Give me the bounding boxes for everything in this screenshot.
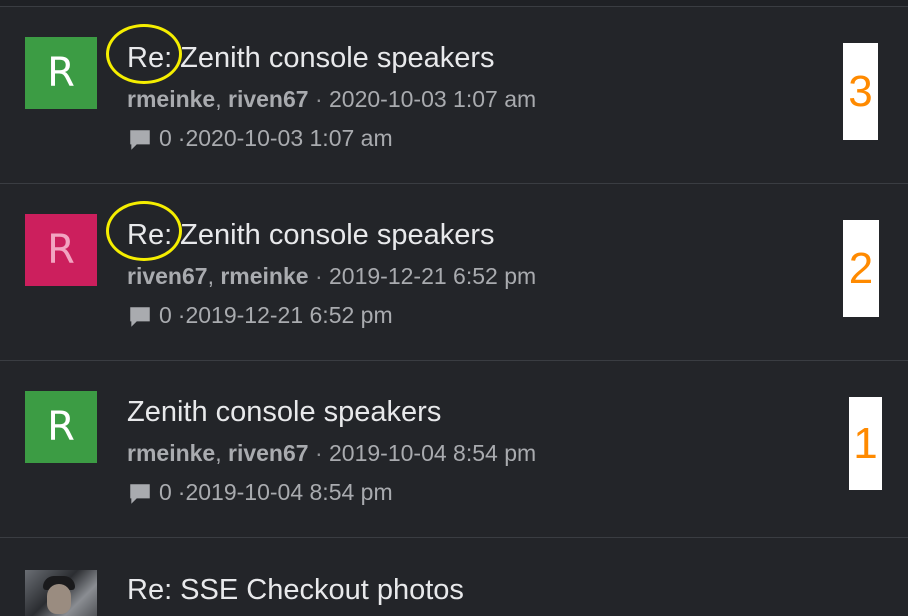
posted-date: 2019-12-21 6:52 pm — [329, 263, 537, 289]
reply-count: 0 — [159, 124, 172, 151]
posted-date: 2019-10-04 8:54 pm — [329, 440, 537, 466]
annotation-number-badge: 3 — [843, 43, 878, 140]
avatar-photo[interactable] — [25, 570, 97, 616]
avatar[interactable]: R — [25, 214, 97, 286]
dot-separator: · — [177, 124, 186, 151]
topic-title-link[interactable]: Re: SSE Checkout photos — [127, 574, 464, 607]
author-link[interactable]: riven67 — [228, 86, 309, 112]
author-link[interactable]: riven67 — [228, 440, 309, 466]
dot-separator: · — [308, 86, 330, 112]
top-divider — [0, 0, 908, 7]
author-link[interactable]: rmeinke — [127, 440, 215, 466]
last-activity-date: 2019-10-04 8:54 pm — [185, 478, 393, 505]
annotation-number-badge: 2 — [843, 220, 879, 317]
reply-count: 0 — [159, 478, 172, 505]
dot-separator: · — [308, 263, 330, 289]
topic-list-page: R Re: Zenith console speakers rmeinke, r… — [0, 0, 908, 616]
comment-bubble-icon — [130, 484, 150, 504]
author-link[interactable]: rmeinke — [127, 86, 215, 112]
last-activity-date: 2019-12-21 6:52 pm — [185, 301, 393, 328]
topic-row[interactable]: R Re: Zenith console speakers rmeinke, r… — [0, 7, 908, 184]
comma-separator: , — [215, 440, 228, 466]
topic-meta: 0 · 2019-12-21 6:52 pm — [127, 300, 393, 330]
comment-bubble-icon — [130, 307, 150, 327]
comma-separator: , — [215, 86, 228, 112]
annotation-number-badge: 1 — [849, 397, 882, 490]
avatar[interactable]: R — [25, 391, 97, 463]
comma-separator: , — [207, 263, 221, 289]
dot-separator: · — [177, 301, 186, 328]
last-activity-date: 2020-10-03 1:07 am — [185, 124, 393, 151]
dot-separator: · — [177, 478, 186, 505]
avatar-photo-face — [47, 584, 71, 614]
topic-row[interactable]: Re: SSE Checkout photos — [0, 539, 908, 616]
topic-row[interactable]: R Re: Zenith console speakers riven67, r… — [0, 184, 908, 361]
topic-authors: rmeinke, riven67 · 2020-10-03 1:07 am — [127, 86, 536, 113]
author-link[interactable]: rmeinke — [220, 263, 308, 289]
topic-authors: rmeinke, riven67 · 2019-10-04 8:54 pm — [127, 440, 536, 467]
author-link[interactable]: riven67 — [127, 263, 208, 289]
topic-title-link[interactable]: Re: Zenith console speakers — [127, 219, 495, 252]
topic-meta: 0 · 2020-10-03 1:07 am — [127, 123, 393, 153]
topic-authors: riven67, rmeinke · 2019-12-21 6:52 pm — [127, 263, 536, 290]
topic-title-link[interactable]: Re: Zenith console speakers — [127, 42, 495, 75]
topic-meta: 0 · 2019-10-04 8:54 pm — [127, 477, 393, 507]
avatar[interactable]: R — [25, 37, 97, 109]
reply-count: 0 — [159, 301, 172, 328]
comment-bubble-icon — [130, 130, 150, 150]
topic-title-link[interactable]: Zenith console speakers — [127, 396, 441, 429]
posted-date: 2020-10-03 1:07 am — [329, 86, 537, 112]
topic-row[interactable]: R Zenith console speakers rmeinke, riven… — [0, 361, 908, 538]
dot-separator: · — [308, 440, 330, 466]
